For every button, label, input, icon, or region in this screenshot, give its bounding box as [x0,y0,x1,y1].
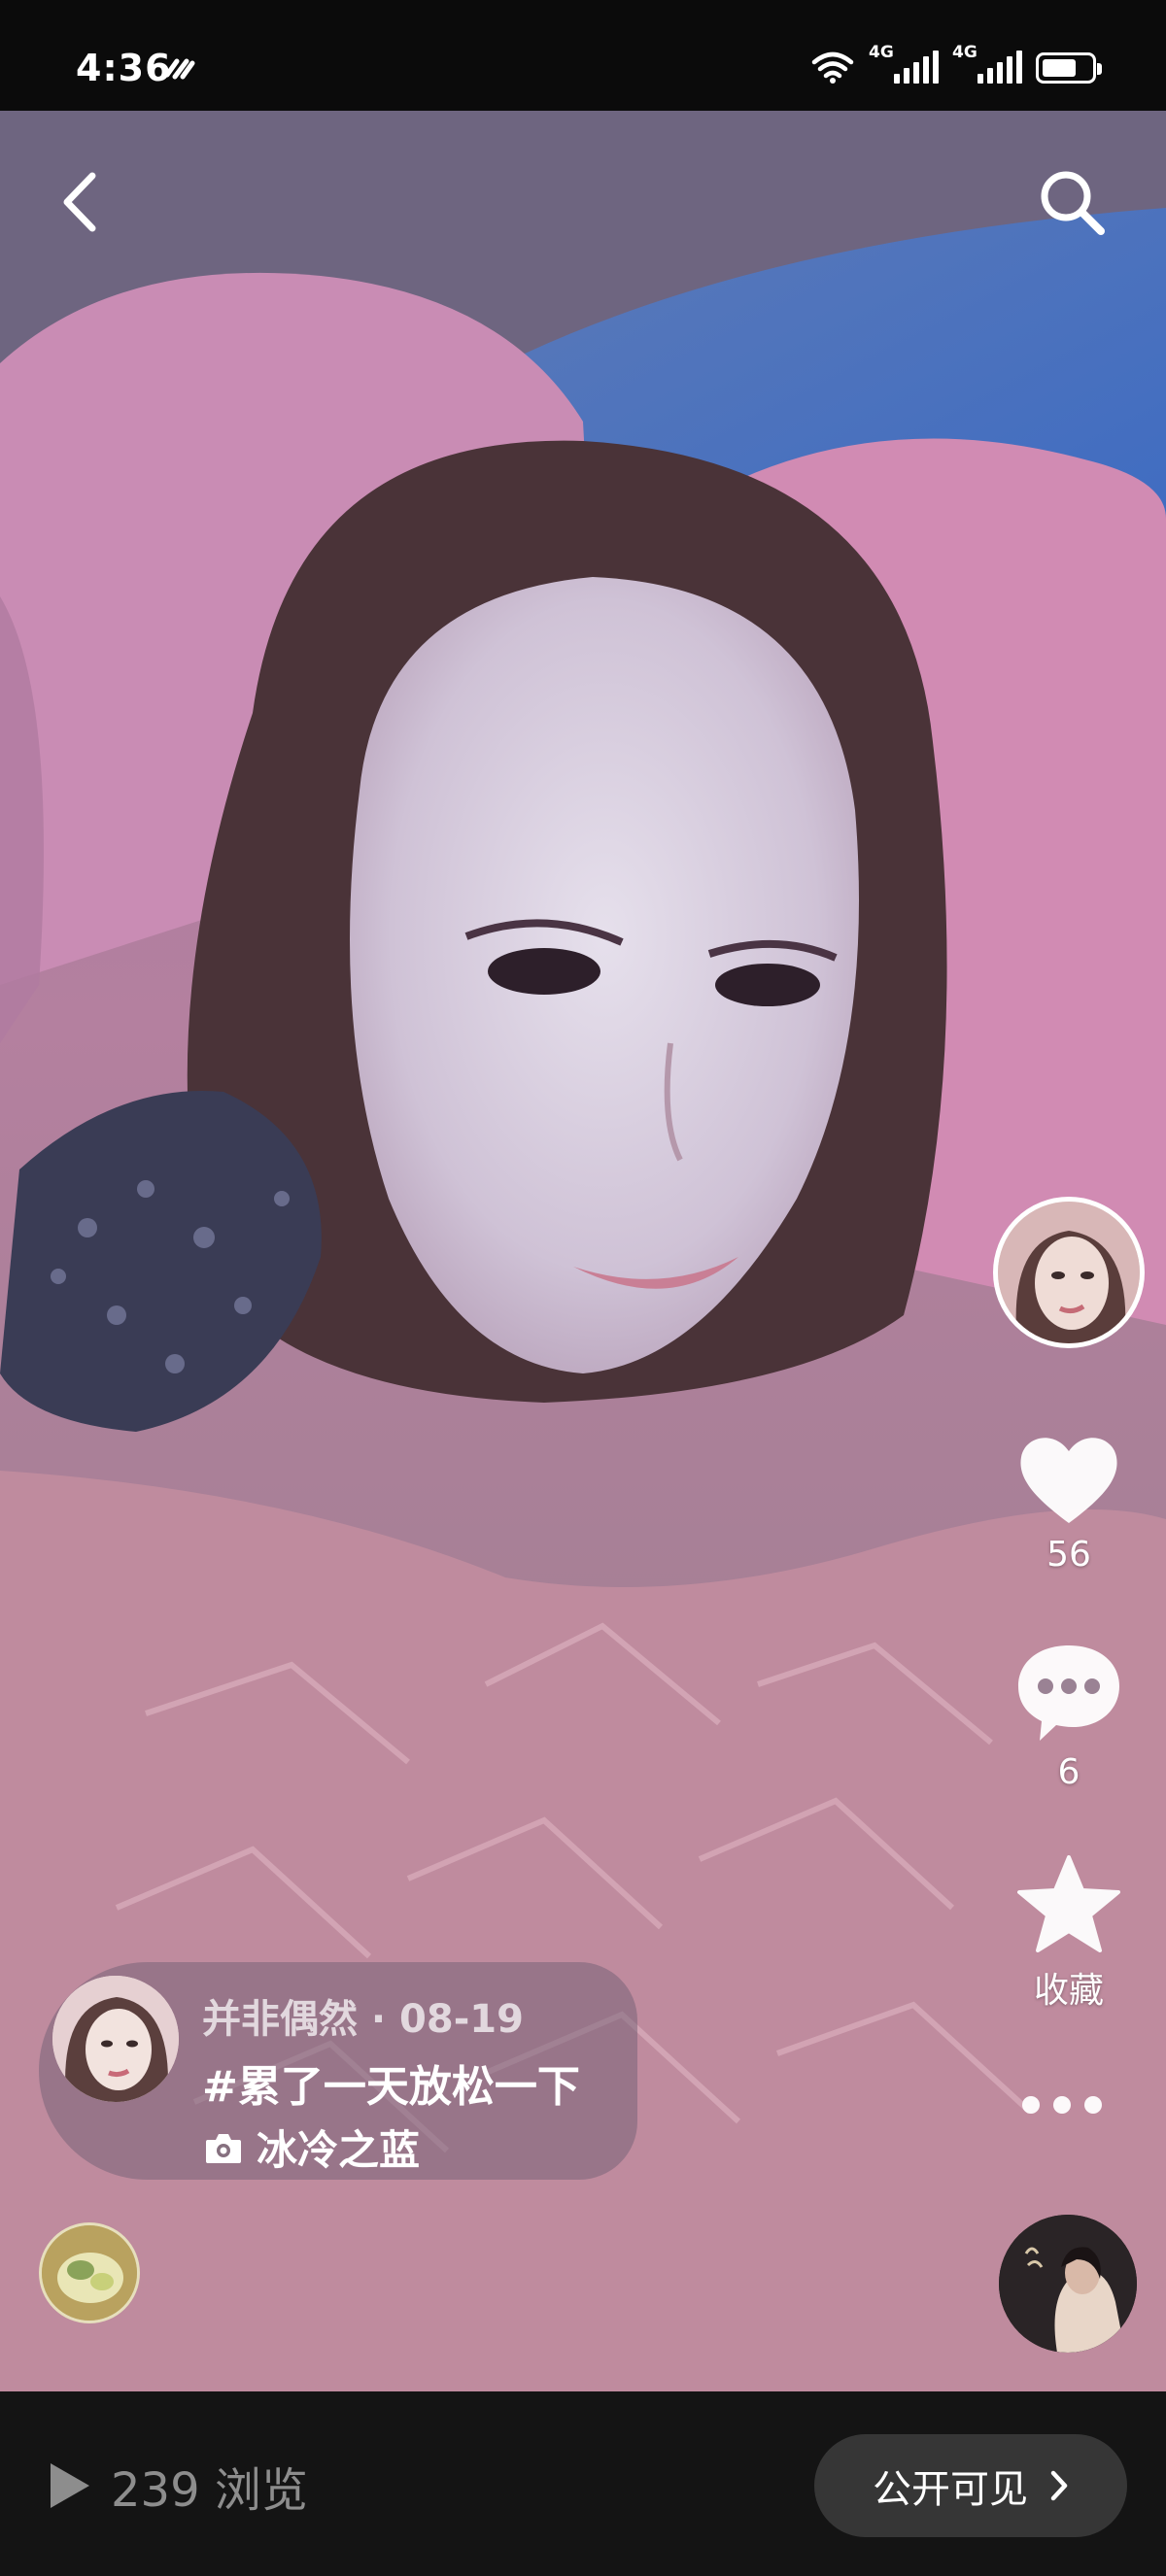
comment-count: 6 [1057,1752,1080,1792]
network-1-label: 4G [869,43,894,62]
post-author-avatar[interactable] [52,1976,179,2102]
location-label: 冰冷之蓝 [257,2126,421,2174]
signal-2-icon: 4G [952,43,1022,84]
bottom-bar: 239 浏览 公开可见 [0,2391,1166,2576]
thumbnail-image [42,2225,137,2321]
battery-icon [1036,52,1102,84]
hd-indicator-icon [164,58,195,80]
favorite-button[interactable]: 收藏 [1001,1853,1137,2013]
back-button[interactable] [51,153,109,251]
wifi-icon [811,51,854,84]
search-icon [1041,171,1105,235]
status-time: 4:36 [76,47,172,89]
more-icon[interactable] [1022,2096,1102,2114]
comment-button[interactable]: 6 [1001,1642,1137,1792]
post-info-card[interactable]: 并非偶然 · 08-19 #累了一天放松一下 冰冷之蓝 [39,1962,637,2180]
camera-icon [206,2133,241,2163]
music-disc[interactable] [999,2215,1137,2353]
chevron-right-icon [1050,2470,1068,2501]
star-icon [1017,1855,1120,1952]
post-title[interactable]: #累了一天放松一下 [202,2051,580,2114]
post-location[interactable]: 冰冷之蓝 [204,2118,420,2177]
views-count: 239 浏览 [111,2463,308,2518]
visibility-label: 公开可见 [873,2467,1028,2512]
avatar-image [998,1202,1140,1343]
post-meta: 并非偶然 · 08-19 [202,1997,524,2042]
music-cover-image [999,2215,1137,2353]
search-button[interactable] [1028,153,1115,251]
favorite-label: 收藏 [1033,1971,1104,2011]
back-arrow-icon [63,172,96,232]
battery-fill [1043,59,1076,77]
play-icon [51,2463,89,2508]
status-bar: 4:36 4G 4G [0,0,1166,111]
topic-thumbnail[interactable] [39,2222,140,2323]
heart-icon [1020,1438,1117,1523]
views-info: 239 浏览 [47,2452,308,2520]
comment-icon [1018,1645,1119,1741]
like-button[interactable]: 56 [1001,1430,1137,1575]
like-count: 56 [1046,1535,1091,1575]
author-avatar[interactable] [993,1197,1145,1348]
avatar-image [52,1976,179,2102]
visibility-button[interactable]: 公开可见 [814,2434,1127,2537]
signal-1-icon: 4G [869,43,939,84]
app-screen: 4:36 4G 4G 56 6 收藏 并非偶然 · 08-19 #累了一天放松一… [0,0,1166,2576]
network-2-label: 4G [952,43,977,62]
status-icons: 4G 4G [810,43,1102,84]
video-player[interactable]: 56 6 收藏 并非偶然 · 08-19 #累了一天放松一下 冰冷之蓝 [0,111,1166,2391]
